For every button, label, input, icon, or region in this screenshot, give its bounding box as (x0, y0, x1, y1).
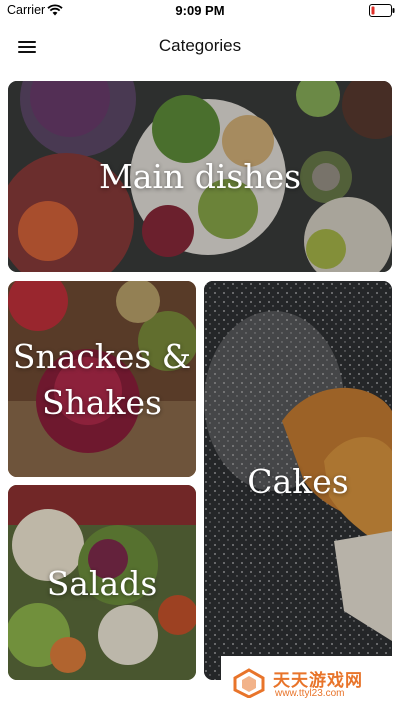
nav-bar: Categories (0, 22, 400, 72)
category-label-cakes: Cakes (247, 462, 349, 501)
category-label-main-dishes: Main dishes (98, 157, 302, 196)
watermark-url: www.ttyl23.com (275, 688, 345, 699)
category-label-snacks-line2: Shakes (42, 383, 162, 422)
category-label-salads: Salads (46, 564, 158, 603)
category-tile-salads[interactable]: Salads (8, 485, 196, 680)
watermark-logo-icon (233, 668, 265, 698)
battery-low-icon (369, 4, 395, 17)
category-tile-cakes[interactable]: Cakes (204, 281, 392, 680)
category-tile-snacks-shakes[interactable]: Snackes & Shakes (8, 281, 196, 477)
category-label-snacks-line1: Snackes & (12, 337, 192, 376)
watermark: 天天游戏网 www.ttyl23.com (221, 656, 400, 710)
snacks-shakes-photo (8, 281, 196, 477)
page-title: Categories (158, 36, 242, 55)
status-time: 9:09 PM (175, 3, 225, 18)
category-tile-main-dishes[interactable]: Main dishes (8, 81, 392, 272)
status-bar: Carrier 9:09 PM (0, 0, 400, 22)
